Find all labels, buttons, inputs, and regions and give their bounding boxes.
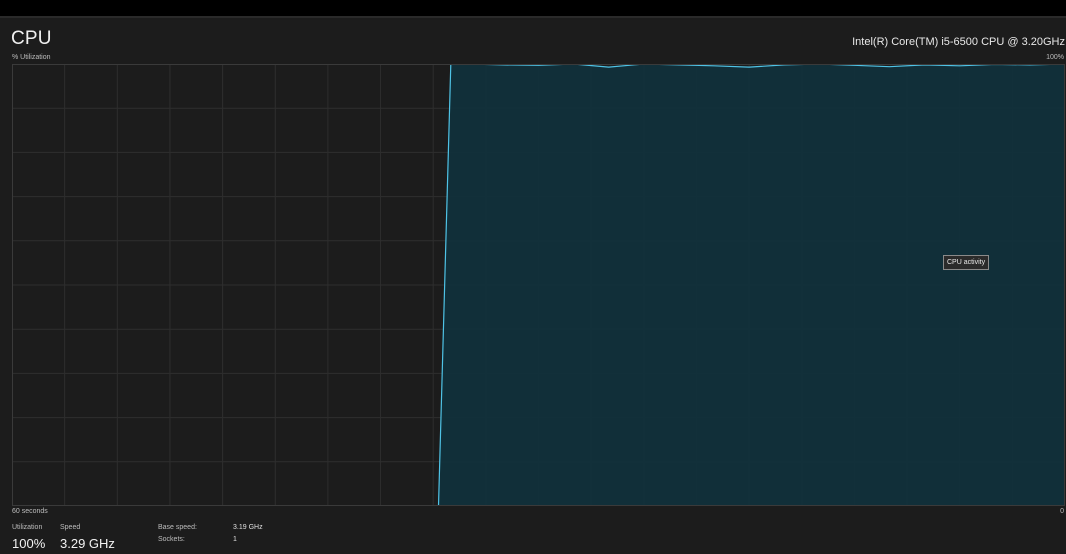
cpu-model-label: Intel(R) Core(TM) i5-6500 CPU @ 3.20GHz <box>852 36 1065 48</box>
base-speed-value: 3.19 GHz <box>233 524 263 531</box>
speed-label: Speed <box>60 524 81 531</box>
cpu-utilization-graph[interactable] <box>12 64 1065 506</box>
y-axis-max-label: 100% <box>1046 54 1064 61</box>
sockets-value: 1 <box>233 536 237 543</box>
y-axis-label: % Utilization <box>12 54 51 61</box>
speed-value: 3.29 GHz <box>60 536 115 551</box>
utilization-value: 100% <box>12 536 46 551</box>
x-axis-left-label: 60 seconds <box>12 508 48 515</box>
base-speed-label: Base speed: <box>158 524 197 531</box>
x-axis-right-label: 0 <box>1060 508 1064 515</box>
page-title: CPU <box>11 28 52 49</box>
utilization-label: Utilization <box>12 524 43 531</box>
window-top-strip <box>0 0 1066 16</box>
top-divider <box>0 16 1066 18</box>
cpu-activity-tooltip: CPU activity <box>943 255 990 270</box>
sockets-label: Sockets: <box>158 536 185 543</box>
